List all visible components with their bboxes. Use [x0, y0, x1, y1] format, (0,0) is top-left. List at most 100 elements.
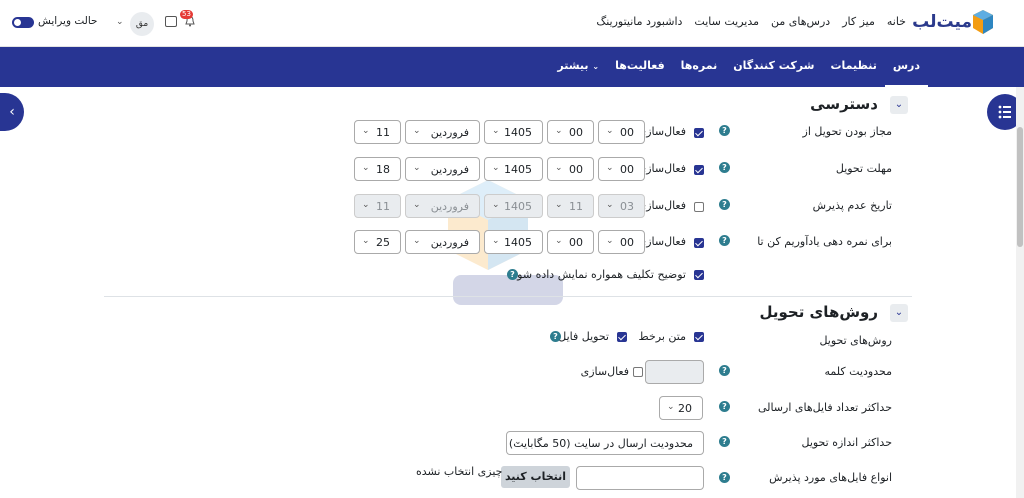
tab-more[interactable]: بیشتر ⌄ [549, 47, 607, 87]
choose-file-types-button[interactable]: انتخاب کنید [501, 466, 570, 488]
help-icon[interactable]: ? [719, 235, 730, 246]
help-icon[interactable]: ? [550, 331, 561, 342]
logo-cube-icon [973, 10, 993, 34]
month-value: فروردین [430, 236, 469, 249]
tab-settings[interactable]: تنظیمات [822, 47, 884, 87]
file-submission-label: تحویل فایل [558, 330, 609, 343]
month-select[interactable]: فروردین ⌄ [405, 230, 480, 254]
tab-course[interactable]: درس [884, 47, 928, 87]
link-monitoring-dashboard[interactable]: داشبورد مانیتورینگ [596, 15, 682, 28]
minute-select[interactable]: 00 ⌄ [598, 120, 645, 144]
chevron-down-icon: ⌄ [413, 163, 421, 173]
max-files-value: 20 [678, 402, 692, 415]
link-my-courses[interactable]: درس‌های من [771, 15, 830, 28]
chevron-down-icon: ⌄ [362, 236, 370, 246]
day-select[interactable]: 25 ⌄ [354, 230, 401, 254]
year-value: 1405 [504, 236, 532, 249]
max-size-select[interactable]: محدودیت ارسال در سایت (50 مگابایت) ⌄ [506, 431, 704, 455]
date-row-label: مجاز بودن تحویل از [802, 125, 892, 138]
chevron-down-icon: ⌄ [606, 236, 614, 246]
tab-activities[interactable]: فعالیت‌ها [607, 47, 673, 87]
year-select[interactable]: 1405 ⌄ [484, 120, 543, 144]
help-icon[interactable]: ? [719, 162, 730, 173]
help-icon[interactable]: ? [719, 436, 730, 447]
page-scrollbar[interactable] [1016, 87, 1024, 498]
month-select[interactable]: فروردین ⌄ [405, 157, 480, 181]
hour-select[interactable]: 00 ⌄ [547, 230, 594, 254]
month-select[interactable]: فروردین ⌄ [405, 120, 480, 144]
always-show-description-checkbox[interactable] [694, 270, 704, 280]
chevron-left-icon: ‹ [9, 104, 15, 120]
month-value: فروردین [430, 163, 469, 176]
minute-select[interactable]: 03 ⌄ [598, 194, 645, 218]
chevron-down-icon: ⌄ [362, 163, 370, 173]
minute-value: 00 [620, 126, 634, 139]
max-files-label: حداکثر تعداد فایل‌های ارسالی [757, 401, 892, 414]
avatar[interactable]: مق [130, 12, 154, 36]
help-icon[interactable]: ? [719, 472, 730, 483]
accepted-file-types-input[interactable] [576, 466, 704, 490]
day-value: 11 [376, 200, 390, 213]
minute-value: 00 [620, 236, 634, 249]
link-site-admin[interactable]: مدیریت سایت [694, 15, 759, 28]
date-enable-checkbox[interactable] [694, 128, 704, 138]
chat-icon[interactable] [165, 16, 177, 27]
chevron-down-icon: ⌄ [492, 200, 500, 210]
help-icon[interactable]: ? [719, 365, 730, 376]
year-select[interactable]: 1405 ⌄ [484, 157, 543, 181]
site-logo[interactable]: میت‌لب [912, 9, 994, 39]
section-divider [104, 296, 912, 297]
chevron-down-icon: ⌄ [492, 163, 500, 173]
link-home[interactable]: خانه [887, 15, 906, 28]
date-enable-checkbox[interactable] [694, 238, 704, 248]
chevron-down-icon: ⌄ [555, 126, 563, 136]
help-icon[interactable]: ? [719, 125, 730, 136]
chevron-down-icon: ⌄ [555, 200, 563, 210]
nothing-selected-text: چیزی انتخاب نشده [416, 465, 503, 478]
year-select[interactable]: 1405 ⌄ [484, 194, 543, 218]
word-limit-input[interactable] [645, 360, 704, 384]
day-select[interactable]: 11 ⌄ [354, 194, 401, 218]
minute-select[interactable]: 00 ⌄ [598, 157, 645, 181]
date-enable-checkbox[interactable] [694, 202, 704, 212]
notification-badge: 53 [180, 10, 193, 19]
day-select[interactable]: 18 ⌄ [354, 157, 401, 181]
help-icon[interactable]: ? [507, 269, 518, 280]
tab-participants[interactable]: شرکت کنندگان [725, 47, 822, 87]
word-limit-enable-checkbox[interactable] [633, 367, 643, 377]
year-value: 1405 [504, 163, 532, 176]
hour-select[interactable]: 11 ⌄ [547, 194, 594, 218]
hour-select[interactable]: 00 ⌄ [547, 157, 594, 181]
scrollbar-thumb[interactable] [1017, 127, 1023, 247]
chevron-down-icon: ⌄ [413, 126, 421, 136]
month-select[interactable]: فروردین ⌄ [405, 194, 480, 218]
tab-grades[interactable]: نمره‌ها [673, 47, 726, 87]
date-row-label: تاریخ عدم پذیرش [812, 199, 892, 212]
link-dashboard[interactable]: میز کار [842, 15, 875, 28]
day-value: 18 [376, 163, 390, 176]
edit-mode-toggle[interactable] [12, 17, 34, 28]
submission-collapse-button[interactable]: ⌄ [890, 304, 908, 322]
minute-select[interactable]: 00 ⌄ [598, 230, 645, 254]
chevron-down-icon: ⌄ [667, 402, 675, 412]
user-menu-chevron-icon[interactable]: ⌄ [116, 17, 124, 27]
availability-section-title: دسترسی [810, 95, 878, 113]
drawer-toggle-left[interactable]: ‹ [0, 93, 24, 131]
online-text-checkbox[interactable] [694, 332, 704, 342]
year-select[interactable]: 1405 ⌄ [484, 230, 543, 254]
availability-collapse-button[interactable]: ⌄ [890, 96, 908, 114]
word-limit-enable-label: فعال‌سازی [580, 365, 629, 378]
hour-select[interactable]: 00 ⌄ [547, 120, 594, 144]
chevron-down-icon: ⌄ [555, 163, 563, 173]
day-select[interactable]: 11 ⌄ [354, 120, 401, 144]
help-icon[interactable]: ? [719, 401, 730, 412]
day-value: 25 [376, 236, 390, 249]
max-files-select[interactable]: 20 ⌄ [659, 396, 703, 420]
tab-more-label: بیشتر [557, 59, 589, 72]
file-submission-checkbox[interactable] [617, 332, 627, 342]
primary-links: خانه میز کار درس‌های من مدیریت سایت داشب… [596, 15, 906, 28]
date-enable-checkbox[interactable] [694, 165, 704, 175]
help-icon[interactable]: ? [719, 199, 730, 210]
month-value: فروردین [430, 126, 469, 139]
chevron-down-icon: ⌄ [413, 236, 421, 246]
